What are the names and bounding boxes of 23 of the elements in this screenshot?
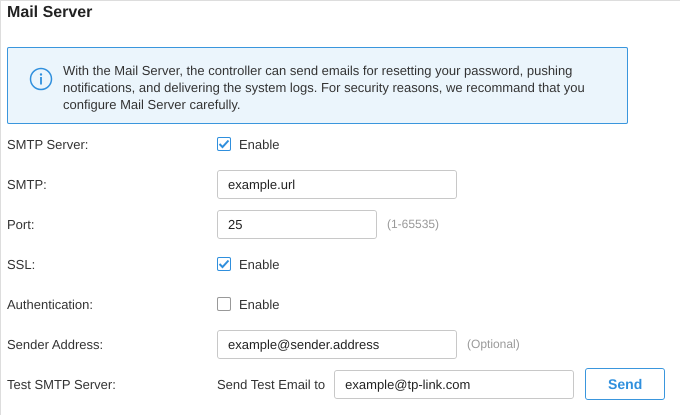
field-label: Authentication: [7,296,94,312]
field-label: Port: [7,216,36,232]
input-field[interactable]: example.url [217,170,457,198]
checkbox[interactable] [217,137,231,151]
field-label: Sender Address: [7,336,104,352]
checkbox-label[interactable]: Enable [239,136,280,152]
checkbox[interactable] [217,297,231,311]
field-label: SMTP: [7,176,48,192]
field-label: SMTP Server: [7,136,90,152]
checkbox-label[interactable]: Enable [239,296,280,312]
info-icon [29,67,53,91]
field-hint: (Optional) [467,337,520,351]
section-title: Mail Server [7,4,94,23]
input-field[interactable]: example@sender.address [217,330,457,358]
test-label: Send Test Email to [217,376,326,392]
checkbox-label[interactable]: Enable [239,256,280,272]
field-hint: (1-65535) [387,217,440,231]
input-field[interactable]: 25 [217,210,377,238]
field-label: Test SMTP Server: [7,376,117,392]
info-text: With the Mail Server, the controller can send emails for resetting your password, pushing notifications, and delivering the system logs. For security reasons, we recommand that you configure Mail Server carefully. [63,62,586,113]
email-field[interactable]: example@tp-link.com [334,370,574,398]
field-label: SSL: [7,256,36,272]
checkbox[interactable] [217,257,231,271]
